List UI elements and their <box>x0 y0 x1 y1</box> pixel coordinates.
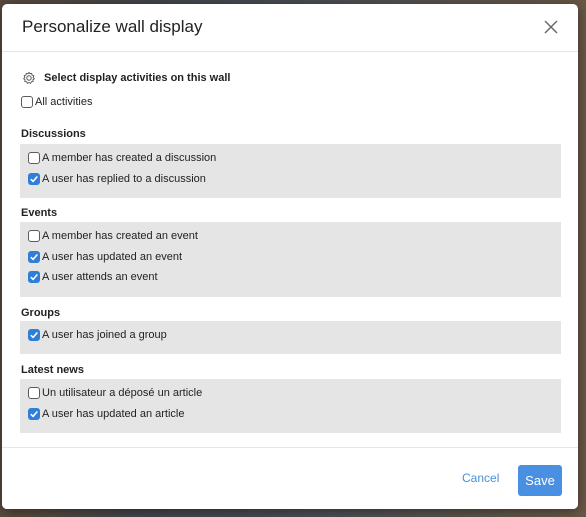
activity-option[interactable]: A user has updated an article <box>28 408 184 420</box>
activity-option[interactable]: Un utilisateur a déposé un article <box>28 387 202 399</box>
section-title-latest-news: Latest news <box>21 364 84 376</box>
checkbox-label: All activities <box>35 96 93 108</box>
dialog-title: Personalize wall display <box>22 17 203 36</box>
checkbox-checked[interactable] <box>28 251 40 263</box>
personalize-wall-dialog: Personalize wall display Select display … <box>2 4 578 509</box>
section-title-discussions: Discussions <box>21 128 86 140</box>
section-title-events: Events <box>21 207 58 219</box>
checkbox-unchecked[interactable] <box>28 387 40 399</box>
checkbox-checked[interactable] <box>28 271 40 283</box>
checkbox-checked[interactable] <box>28 173 40 185</box>
section-groups: A user has joined a group <box>20 321 561 354</box>
checkmark-icon <box>30 175 38 183</box>
all-activities-checkbox[interactable]: All activities <box>21 96 92 108</box>
activity-option[interactable]: A user has joined a group <box>28 329 167 341</box>
save-button[interactable]: Save <box>518 465 562 496</box>
option-label: A user has updated an event <box>42 251 183 263</box>
dialog-body: Select display activities on this wall A… <box>2 52 578 447</box>
option-label: A user has replied to a discussion <box>42 173 206 185</box>
instructions-row: Select display activities on this wall <box>22 69 230 87</box>
section-title-groups: Groups <box>21 307 61 319</box>
activity-option[interactable]: A user has replied to a discussion <box>28 173 206 185</box>
section-events: A member has created an event A user has… <box>20 222 561 297</box>
option-label: A user attends an event <box>42 271 158 283</box>
checkbox-unchecked[interactable] <box>21 96 33 108</box>
cancel-button[interactable]: Cancel <box>462 467 499 489</box>
checkmark-icon <box>30 253 38 261</box>
gear-icon <box>23 71 35 84</box>
checkmark-icon <box>30 273 38 281</box>
checkbox-unchecked[interactable] <box>28 152 40 164</box>
section-latest-news: Un utilisateur a déposé un article A use… <box>20 379 561 433</box>
instructions-text: Select display activities on this wall <box>44 72 231 84</box>
dialog-header: Personalize wall display <box>2 4 578 52</box>
option-label: A member has created an event <box>42 230 198 242</box>
close-button[interactable] <box>540 16 562 38</box>
checkbox-checked[interactable] <box>28 408 40 420</box>
option-label: A user has joined a group <box>42 329 167 341</box>
option-label: A member has created a discussion <box>42 152 217 164</box>
checkbox-unchecked[interactable] <box>28 230 40 242</box>
close-icon <box>544 20 558 34</box>
option-label: Un utilisateur a déposé un article <box>42 387 203 399</box>
activity-option[interactable]: A user attends an event <box>28 271 158 283</box>
dialog-footer: Cancel Save <box>2 447 578 509</box>
checkbox-checked[interactable] <box>28 329 40 341</box>
activity-option[interactable]: A member has created an event <box>28 230 198 242</box>
section-discussions: A member has created a discussion A user… <box>20 144 561 198</box>
checkmark-icon <box>30 410 38 418</box>
option-label: A user has updated an article <box>42 408 185 420</box>
activity-option[interactable]: A member has created a discussion <box>28 152 216 164</box>
activity-option[interactable]: A user has updated an event <box>28 251 182 263</box>
checkmark-icon <box>30 331 38 339</box>
